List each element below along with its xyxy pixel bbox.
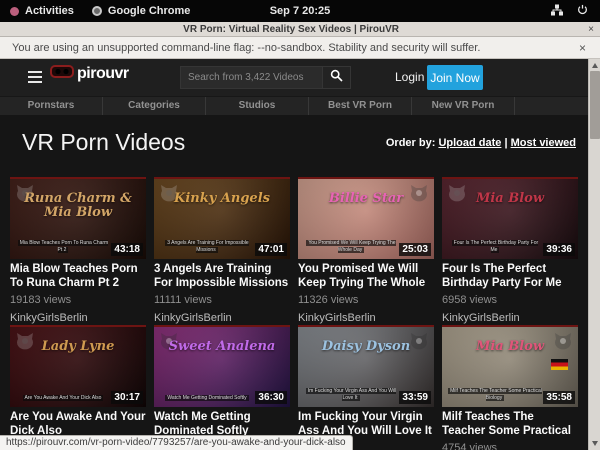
video-grid: Runa Charm & Mia Blow Mia Blow Teaches P…: [0, 177, 600, 450]
order-link-upload-date[interactable]: Upload date: [438, 137, 501, 149]
video-thumbnail[interactable]: Daisy Dyson Im Fucking Your Virgin Ass A…: [298, 325, 434, 407]
video-card[interactable]: Mia Blow Four Is The Perfect Birthday Pa…: [442, 177, 578, 324]
warning-text: You are using an unsupported command-lin…: [0, 42, 565, 54]
video-card[interactable]: Mia Blow Milf Teaches The Teacher Some P…: [442, 325, 578, 450]
video-duration-badge: 25:03: [399, 243, 431, 256]
thumbnail-caption: 3 Angels Are Training For Impossible Mis…: [160, 240, 254, 253]
video-card[interactable]: Kinky Angels 3 Angels Are Training For I…: [154, 177, 290, 324]
window-title: VR Porn: Virtual Reality Sex Videos | Pi…: [0, 24, 582, 35]
main-nav: Pornstars Categories Studios Best VR Por…: [0, 96, 600, 115]
video-duration-badge: 39:36: [543, 243, 575, 256]
video-thumbnail[interactable]: Runa Charm & Mia Blow Mia Blow Teaches P…: [10, 177, 146, 259]
video-thumbnail[interactable]: Lady Lyne Are You Awake And Your Dick Al…: [10, 325, 146, 407]
nav-item-new-vr-porn[interactable]: New VR Porn: [412, 97, 515, 115]
thumbnail-overlay-title: Runa Charm & Mia Blow: [15, 192, 141, 219]
browser-viewport: pirouvr Login Join Now Pornstars Categor…: [0, 59, 600, 450]
site-header: pirouvr Login Join Now: [0, 59, 600, 96]
video-views: 4754 views: [442, 442, 578, 450]
power-icon[interactable]: [577, 4, 588, 18]
thumbnail-caption: Watch Me Getting Dominated Softly: [160, 395, 254, 402]
page-title: VR Porn Videos: [22, 129, 185, 156]
video-studio-link[interactable]: KinkyGirlsBerlin: [10, 312, 146, 324]
status-bar-url: https://pirouvr.com/vr-porn-video/779325…: [0, 435, 353, 450]
site-logo-text: pirouvr: [77, 65, 129, 83]
order-link-most-viewed[interactable]: Most viewed: [511, 137, 576, 149]
scrollbar-down-icon[interactable]: [592, 441, 598, 446]
video-duration-badge: 36:30: [255, 391, 287, 404]
video-duration-badge: 33:59: [399, 391, 431, 404]
thumbnail-caption: You Promised We Will Keep Trying The Who…: [304, 240, 398, 253]
search-button[interactable]: [323, 66, 351, 89]
video-studio-link[interactable]: KinkyGirlsBerlin: [442, 312, 578, 324]
nav-item-categories[interactable]: Categories: [103, 97, 206, 115]
window-close-icon[interactable]: ×: [582, 24, 600, 35]
video-title[interactable]: Mia Blow Teaches Porn To Runa Charm Pt 2: [10, 263, 146, 291]
video-views: 19183 views: [10, 294, 146, 306]
video-studio-link[interactable]: KinkyGirlsBerlin: [298, 312, 434, 324]
thumbnail-overlay-title: Kinky Angels: [159, 192, 285, 206]
thumbnail-caption: Im Fucking Your Virgin Ass And You Will …: [304, 388, 398, 401]
video-title[interactable]: You Promised We Will Keep Trying The Who…: [298, 263, 434, 291]
scrollbar-thumb[interactable]: [590, 71, 600, 139]
site-logo[interactable]: pirouvr: [50, 65, 129, 83]
thumbnail-caption: Are You Awake And Your Dick Also: [16, 395, 110, 402]
video-duration-badge: 35:58: [543, 391, 575, 404]
video-views: 11111 views: [154, 294, 290, 306]
nav-item-pornstars[interactable]: Pornstars: [0, 97, 103, 115]
video-duration-badge: 47:01: [255, 243, 287, 256]
thumbnail-overlay-title: Billie Star: [303, 192, 429, 206]
page-scrollbar[interactable]: [588, 59, 600, 450]
video-card[interactable]: Lady Lyne Are You Awake And Your Dick Al…: [10, 325, 146, 450]
system-clock[interactable]: Sep 7 20:25: [0, 5, 600, 17]
order-separator: |: [501, 137, 510, 149]
order-by: Order by: Upload date | Most viewed: [386, 137, 576, 149]
chrome-warning-bar: You are using an unsupported command-lin…: [0, 37, 600, 59]
video-card[interactable]: Daisy Dyson Im Fucking Your Virgin Ass A…: [298, 325, 434, 450]
video-card[interactable]: Sweet Analena Watch Me Getting Dominated…: [154, 325, 290, 450]
video-title[interactable]: 3 Angels Are Training For Impossible Mis…: [154, 263, 290, 291]
thumbnail-overlay-title: Sweet Analena: [159, 340, 285, 354]
video-thumbnail[interactable]: Mia Blow Milf Teaches The Teacher Some P…: [442, 325, 578, 407]
join-now-button[interactable]: Join Now: [427, 65, 483, 90]
video-thumbnail[interactable]: Sweet Analena Watch Me Getting Dominated…: [154, 325, 290, 407]
search-input[interactable]: [180, 66, 323, 89]
video-thumbnail[interactable]: Mia Blow Four Is The Perfect Birthday Pa…: [442, 177, 578, 259]
video-studio-link[interactable]: KinkyGirlsBerlin: [154, 312, 290, 324]
video-title[interactable]: Four Is The Perfect Birthday Party For M…: [442, 263, 578, 291]
network-icon[interactable]: [551, 4, 563, 19]
thumbnail-overlay-title: Mia Blow: [447, 192, 573, 206]
window-title-bar: VR Porn: Virtual Reality Sex Videos | Pi…: [0, 22, 600, 37]
video-card[interactable]: Runa Charm & Mia Blow Mia Blow Teaches P…: [10, 177, 146, 324]
thumbnail-overlay-title: Daisy Dyson: [303, 340, 429, 354]
nav-item-best-vr-porn[interactable]: Best VR Porn: [309, 97, 412, 115]
scrollbar-up-icon[interactable]: [592, 63, 598, 68]
vr-goggles-icon: [50, 65, 74, 83]
video-views: 6958 views: [442, 294, 578, 306]
thumbnail-caption: Four Is The Perfect Birthday Party For M…: [448, 240, 542, 253]
video-thumbnail[interactable]: Kinky Angels 3 Angels Are Training For I…: [154, 177, 290, 259]
german-flag-icon: [551, 359, 568, 370]
video-title[interactable]: Milf Teaches The Teacher Some Practical …: [442, 411, 578, 439]
thumbnail-caption: Mia Blow Teaches Porn To Runa Charm Pt 2: [16, 240, 110, 253]
thumbnail-overlay-title: Mia Blow: [447, 340, 573, 354]
system-top-bar: Activities Google Chrome Sep 7 20:25: [0, 0, 600, 22]
video-thumbnail[interactable]: Billie Star You Promised We Will Keep Tr…: [298, 177, 434, 259]
login-link[interactable]: Login: [395, 70, 424, 84]
search-icon: [330, 69, 343, 87]
video-views: 11326 views: [298, 294, 434, 306]
thumbnail-overlay-title: Lady Lyne: [15, 340, 141, 354]
thumbnail-caption: Milf Teaches The Teacher Some Practical …: [448, 388, 542, 401]
order-by-label: Order by:: [386, 137, 436, 149]
video-duration-badge: 30:17: [111, 391, 143, 404]
video-card[interactable]: Billie Star You Promised We Will Keep Tr…: [298, 177, 434, 324]
warning-close-icon[interactable]: ×: [565, 41, 600, 55]
nav-item-studios[interactable]: Studios: [206, 97, 309, 115]
video-duration-badge: 43:18: [111, 243, 143, 256]
menu-hamburger-icon[interactable]: [28, 71, 42, 83]
